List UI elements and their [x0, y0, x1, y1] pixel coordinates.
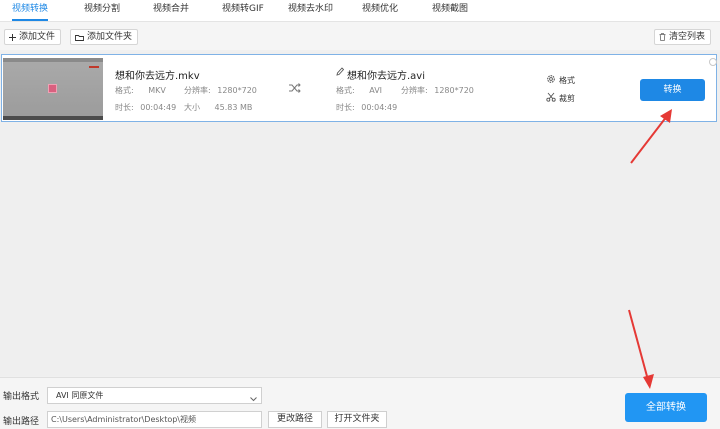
target-duration: 时长: 00:04:49 — [336, 103, 398, 112]
clear-list-label: 清空列表 — [669, 32, 706, 42]
convert-button[interactable]: 转换 — [640, 79, 705, 101]
add-folder-label: 添加文件夹 — [87, 32, 133, 42]
tab-bar: 视频转换 视频分割 视频合并 视频转GIF 视频去水印 视频优化 视频截图 — [0, 0, 720, 22]
cut-button[interactable]: 裁剪 — [546, 92, 575, 104]
file-row[interactable]: 想和你去远方.mkv 格式: MKV 分辨率: 1280*720 时长: 00:… — [1, 54, 717, 122]
open-folder-button[interactable]: 打开文件夹 — [327, 411, 387, 428]
output-format-select[interactable]: AVI 同原文件 — [47, 387, 262, 404]
add-file-button[interactable]: 添加文件 — [4, 29, 62, 45]
folder-icon — [75, 34, 84, 41]
pencil-icon[interactable] — [336, 67, 345, 79]
tab-video-screenshot[interactable]: 视频截图 — [432, 0, 468, 21]
clear-list-button[interactable]: 清空列表 — [654, 29, 712, 45]
target-format: 格式: AVI — [336, 86, 383, 95]
toolbar: 添加文件 添加文件夹 清空列表 — [0, 22, 720, 50]
convert-all-button[interactable]: 全部转换 — [625, 393, 707, 422]
source-resolution: 分辨率: 1280*720 — [184, 86, 257, 95]
tab-video-to-gif[interactable]: 视频转GIF — [222, 0, 264, 21]
scissors-icon — [546, 92, 556, 104]
target-resolution: 分辨率: 1280*720 — [401, 86, 474, 95]
target-file-name: 想和你去远方.avi — [347, 71, 426, 82]
tab-video-optimize[interactable]: 视频优化 — [362, 0, 398, 21]
tab-video-convert[interactable]: 视频转换 — [12, 0, 49, 21]
output-settings-bar: 输出格式 AVI 同原文件 输出路径 C:\Users\Administrato… — [0, 377, 720, 429]
plus-icon — [9, 33, 16, 41]
output-path-label: 输出路径 — [3, 417, 40, 427]
output-format-label: 输出格式 — [3, 392, 40, 402]
chevron-down-icon — [250, 392, 257, 407]
tab-video-remove-watermark[interactable]: 视频去水印 — [288, 0, 333, 21]
gear-icon — [546, 74, 556, 86]
file-list: 想和你去远方.mkv 格式: MKV 分辨率: 1280*720 时长: 00:… — [0, 52, 720, 376]
shuffle-icon — [289, 83, 301, 96]
output-path-field[interactable]: C:\Users\Administrator\Desktop\视频 — [47, 411, 262, 428]
change-path-button[interactable]: 更改路径 — [268, 411, 322, 428]
source-size: 大小 45.83 MB — [184, 103, 253, 112]
source-format: 格式: MKV — [115, 86, 166, 95]
remove-file-icon[interactable] — [709, 58, 717, 66]
tab-video-split[interactable]: 视频分割 — [84, 0, 120, 21]
format-settings-button[interactable]: 格式 — [546, 74, 575, 86]
tab-video-merge[interactable]: 视频合并 — [153, 0, 189, 21]
add-file-label: 添加文件 — [19, 32, 56, 42]
trash-icon — [659, 33, 666, 41]
add-folder-button[interactable]: 添加文件夹 — [70, 29, 139, 45]
source-file-name: 想和你去远方.mkv — [115, 71, 200, 82]
source-duration: 时长: 00:04:49 — [115, 103, 177, 112]
video-thumbnail — [3, 58, 103, 120]
